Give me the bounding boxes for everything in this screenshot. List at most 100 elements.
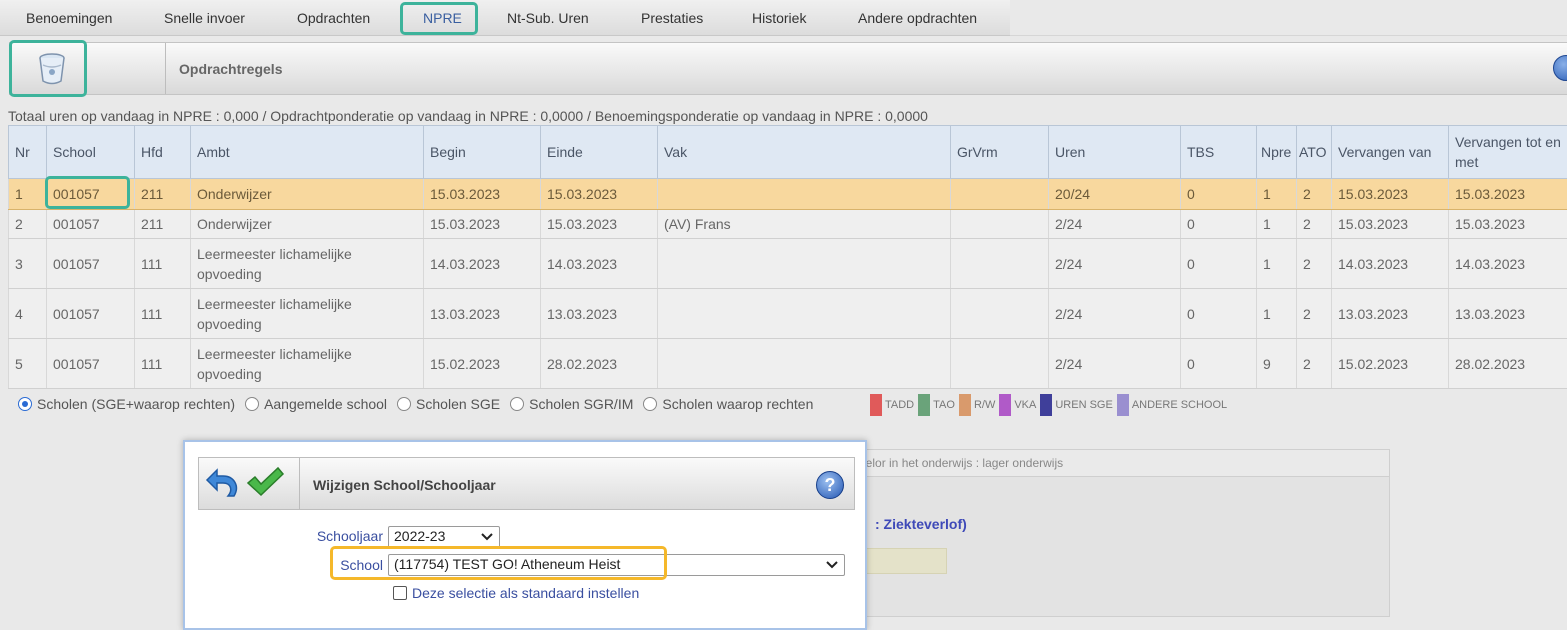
- cell: Leermeester lichamelijke opvoeding: [191, 339, 424, 389]
- cell: 2/24: [1049, 289, 1181, 339]
- totals-line: Totaal uren op vandaag in NPRE : 0,000 /…: [8, 108, 928, 124]
- background-panel-link[interactable]: : Ziekteverlof): [875, 516, 967, 532]
- table-row[interactable]: 2 001057 211 Onderwijzer 15.03.2023 15.0…: [9, 210, 1567, 239]
- radio-scholen-sge-rechten[interactable]: Scholen (SGE+waarop rechten): [18, 396, 235, 412]
- bucket-button[interactable]: [24, 49, 80, 89]
- schooljaar-label: Schooljaar: [285, 528, 383, 544]
- default-selection-checkbox[interactable]: [393, 586, 407, 600]
- cell: 13.03.2023: [541, 289, 658, 339]
- tab-prestaties[interactable]: Prestaties: [641, 0, 703, 36]
- legend-uren-sge: UREN SGE: [1040, 394, 1112, 416]
- radio-scholen-rechten[interactable]: Scholen waarop rechten: [643, 396, 813, 412]
- cell: 2/24: [1049, 339, 1181, 389]
- col-header-ato[interactable]: ATO: [1297, 126, 1332, 179]
- col-header-uren[interactable]: Uren: [1049, 126, 1181, 179]
- help-icon[interactable]: ?: [816, 471, 844, 499]
- legend-swatch: [959, 394, 971, 416]
- cell: 14.03.2023: [1332, 239, 1449, 289]
- chevron-down-icon: [826, 558, 838, 570]
- col-header-vervangen-van[interactable]: Vervangen van: [1332, 126, 1449, 179]
- cell: 5: [9, 339, 47, 389]
- checkmark-icon: [245, 465, 285, 499]
- table-row[interactable]: 3 001057 111 Leermeester lichamelijke op…: [9, 239, 1567, 289]
- col-header-hfd[interactable]: Hfd: [135, 126, 191, 179]
- cell: 15.03.2023: [541, 179, 658, 210]
- cell: 15.02.2023: [1332, 339, 1449, 389]
- cell: 13.03.2023: [424, 289, 541, 339]
- col-header-begin[interactable]: Begin: [424, 126, 541, 179]
- cell: Onderwijzer: [191, 179, 424, 210]
- tab-npre[interactable]: NPRE: [423, 0, 462, 36]
- col-header-ambt[interactable]: Ambt: [191, 126, 424, 179]
- table-row[interactable]: 4 001057 111 Leermeester lichamelijke op…: [9, 289, 1567, 339]
- cell: 2/24: [1049, 210, 1181, 239]
- cell: [951, 210, 1049, 239]
- tab-historiek[interactable]: Historiek: [752, 0, 806, 36]
- cell: 111: [135, 339, 191, 389]
- undo-icon: [204, 468, 244, 502]
- help-icon[interactable]: [1553, 55, 1567, 81]
- table-row[interactable]: 5 001057 111 Leermeester lichamelijke op…: [9, 339, 1567, 389]
- tab-snelle-invoer[interactable]: Snelle invoer: [164, 0, 245, 36]
- cell: 0: [1181, 289, 1257, 339]
- radio-aangemelde-school[interactable]: Aangemelde school: [245, 396, 387, 412]
- cell: [951, 179, 1049, 210]
- cell: 15.03.2023: [541, 210, 658, 239]
- legend-swatch: [870, 394, 882, 416]
- col-header-vak[interactable]: Vak: [658, 126, 951, 179]
- col-header-nr[interactable]: Nr: [9, 126, 47, 179]
- tab-benoemingen[interactable]: Benoemingen: [26, 0, 112, 36]
- col-header-einde[interactable]: Einde: [541, 126, 658, 179]
- legend-label: R/W: [974, 399, 995, 411]
- cell: [951, 239, 1049, 289]
- default-selection-row: Deze selectie als standaard instellen: [393, 585, 639, 601]
- col-header-school[interactable]: School: [47, 126, 135, 179]
- cell: 15.03.2023: [1449, 210, 1567, 239]
- confirm-button[interactable]: [245, 465, 285, 502]
- cell: [658, 339, 951, 389]
- col-header-tbs[interactable]: TBS: [1181, 126, 1257, 179]
- background-panel-header: helor in het onderwijs : lager onderwijs: [859, 450, 1389, 477]
- legend-label: VKA: [1014, 399, 1036, 411]
- school-select[interactable]: (117754) TEST GO! Atheneum Heist: [388, 554, 845, 576]
- cell: 0: [1181, 210, 1257, 239]
- table-row[interactable]: 1 001057 211 Onderwijzer 15.03.2023 15.0…: [9, 179, 1567, 210]
- dialog-toolbar-separator: [299, 458, 300, 509]
- legend-label: UREN SGE: [1055, 399, 1112, 411]
- undo-button[interactable]: [204, 468, 244, 505]
- cell: 20/24: [1049, 179, 1181, 210]
- tab-andere-opdrachten[interactable]: Andere opdrachten: [858, 0, 977, 36]
- default-selection-label[interactable]: Deze selectie als standaard instellen: [412, 585, 639, 601]
- cell: 0: [1181, 239, 1257, 289]
- cell: 001057: [47, 210, 135, 239]
- radio-scholen-sge[interactable]: Scholen SGE: [397, 396, 500, 412]
- radio-label: Scholen waarop rechten: [662, 396, 813, 412]
- cell: 15.03.2023: [424, 179, 541, 210]
- radio-scholen-sgr-im[interactable]: Scholen SGR/IM: [510, 396, 633, 412]
- col-header-vervangen-tot[interactable]: Vervangen tot en met: [1449, 126, 1567, 179]
- cell: 001057: [47, 239, 135, 289]
- radio-dot: [643, 397, 657, 411]
- cell: 1: [1257, 289, 1297, 339]
- col-header-npre[interactable]: Npre: [1257, 126, 1297, 179]
- color-legend: TADD TAO R/W VKA UREN SGE ANDERE SCHOOL: [870, 394, 1231, 416]
- radio-dot: [18, 397, 32, 411]
- cell: 211: [135, 210, 191, 239]
- cell: [658, 179, 951, 210]
- toolbar-title: Opdrachtregels: [179, 61, 282, 77]
- school-label: School: [285, 557, 383, 573]
- legend-swatch: [1040, 394, 1052, 416]
- chevron-down-icon: [481, 530, 493, 542]
- col-header-grvrm[interactable]: GrVrm: [951, 126, 1049, 179]
- tab-opdrachten[interactable]: Opdrachten: [297, 0, 370, 36]
- background-panel-field: [859, 548, 947, 574]
- radio-dot: [397, 397, 411, 411]
- tab-nt-sub-uren[interactable]: Nt-Sub. Uren: [507, 0, 589, 36]
- schooljaar-select[interactable]: 2022-23: [388, 526, 500, 548]
- toolbar-separator: [165, 43, 166, 94]
- cell: 1: [1257, 179, 1297, 210]
- schooljaar-value: 2022-23: [394, 528, 445, 544]
- cell: Onderwijzer: [191, 210, 424, 239]
- legend-vka: VKA: [999, 394, 1036, 416]
- cell: 28.02.2023: [541, 339, 658, 389]
